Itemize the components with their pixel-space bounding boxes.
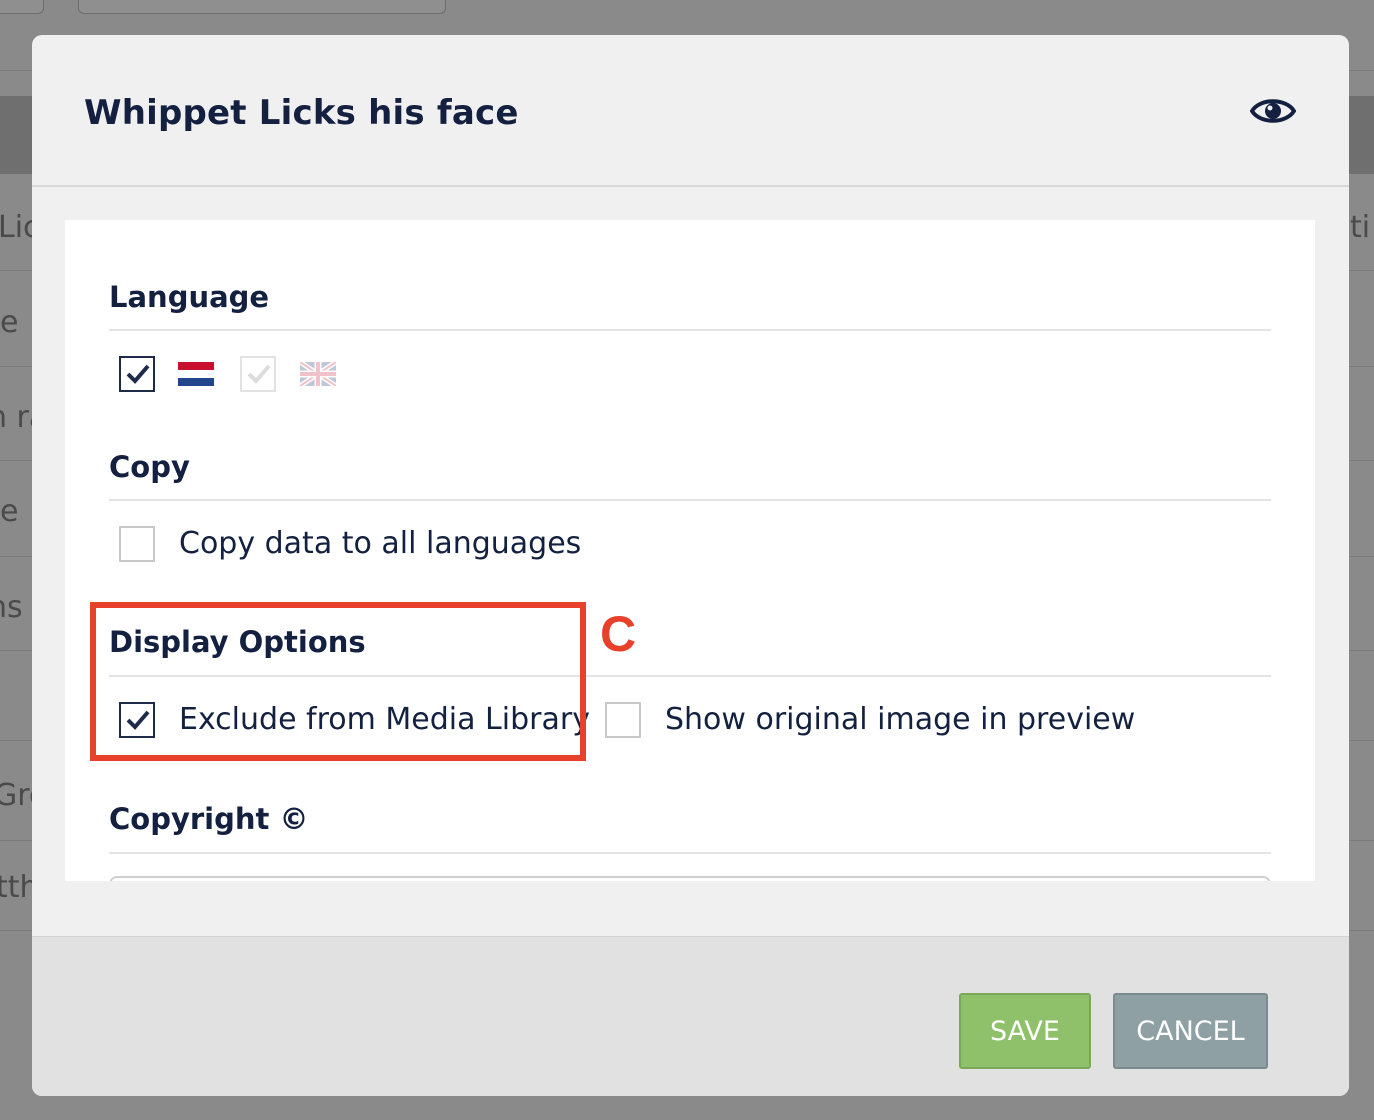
copyright-input[interactable] (109, 876, 1271, 881)
exclude-from-media-library-checkbox[interactable] (119, 702, 155, 738)
background-search-field (78, 0, 446, 14)
modal-header: Whippet Licks his face (32, 35, 1349, 187)
exclude-from-media-library-label[interactable]: Exclude from Media Library (179, 702, 590, 737)
background-field (0, 0, 44, 14)
divider (109, 329, 1271, 331)
cancel-button[interactable]: CANCEL (1113, 993, 1268, 1069)
section-title-copy: Copy (109, 450, 190, 484)
show-original-image-label[interactable]: Show original image in preview (665, 702, 1135, 737)
divider (109, 675, 1271, 677)
section-title-language: Language (109, 280, 270, 314)
copy-to-all-languages-checkbox[interactable] (119, 526, 155, 562)
eye-icon[interactable] (1249, 95, 1297, 127)
background-text: ns (0, 590, 23, 625)
divider (109, 852, 1271, 854)
section-title-display-options: Display Options (109, 625, 366, 659)
background-text: e (0, 494, 19, 529)
language-nl-checkbox[interactable] (119, 356, 155, 392)
form-panel: Language Copy Copy data to all languages… (65, 220, 1315, 881)
modal-title: Whippet Licks his face (84, 93, 519, 133)
show-original-image-checkbox[interactable] (605, 702, 641, 738)
save-button[interactable]: SAVE (959, 993, 1091, 1069)
modal-footer: SAVE CANCEL (32, 936, 1349, 1096)
language-en-checkbox (240, 356, 276, 392)
background-text: ti (1350, 210, 1371, 245)
netherlands-flag-icon (178, 362, 214, 386)
background-text: e (0, 305, 19, 340)
annotation-label: C (600, 606, 637, 662)
uk-flag-icon (298, 359, 338, 389)
section-title-copyright: Copyright © (109, 802, 309, 836)
divider (109, 499, 1271, 501)
media-edit-modal: Whippet Licks his face Language Copy Cop… (32, 35, 1349, 1096)
copy-to-all-languages-label[interactable]: Copy data to all languages (179, 526, 581, 561)
